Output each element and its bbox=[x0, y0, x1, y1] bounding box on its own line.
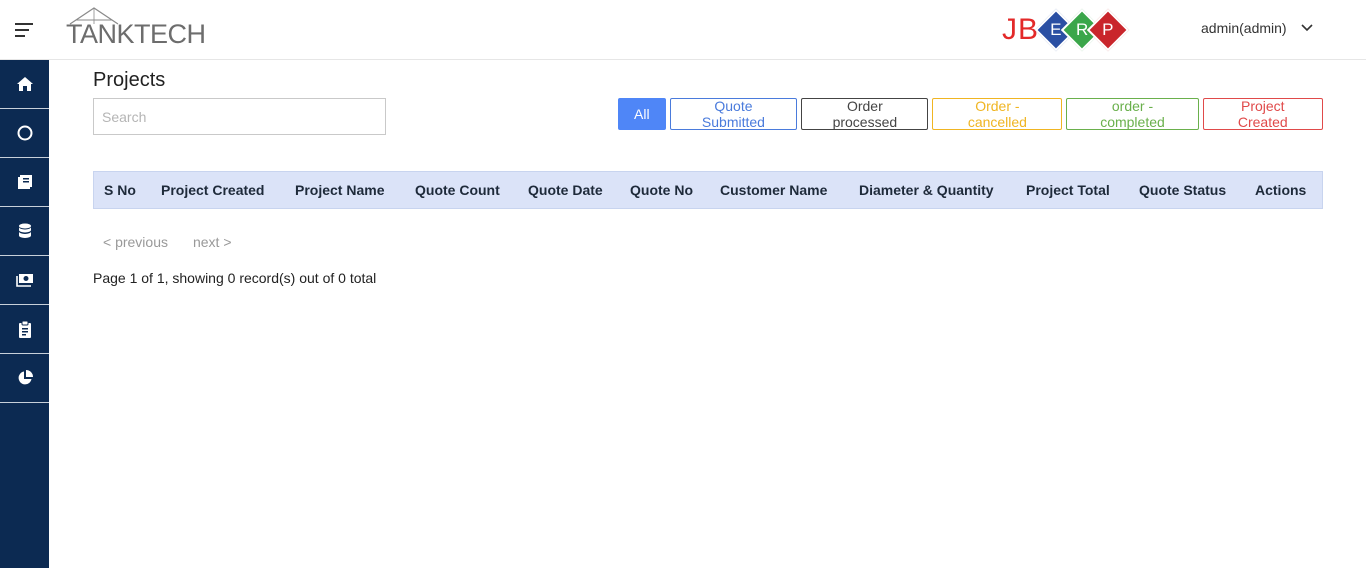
tanktech-logo: TANKTECH bbox=[66, 6, 206, 50]
column-header-quote-date[interactable]: Quote Date bbox=[528, 182, 603, 198]
brand-jb-text: JB bbox=[1002, 13, 1040, 46]
top-bar: TANKTECH JB E R P admin(admin) bbox=[0, 0, 1366, 60]
menu-icon bbox=[14, 23, 33, 37]
search-input[interactable] bbox=[93, 98, 386, 135]
sidebar-item-database[interactable] bbox=[0, 207, 49, 256]
sidebar-item-circle[interactable] bbox=[0, 109, 49, 158]
column-header-quote-count[interactable]: Quote Count bbox=[415, 182, 500, 198]
menu-toggle-button[interactable] bbox=[0, 0, 49, 60]
circle-icon bbox=[17, 125, 32, 141]
column-header-actions: Actions bbox=[1255, 182, 1307, 198]
column-header-quote-status[interactable]: Quote Status bbox=[1139, 182, 1226, 198]
user-menu[interactable]: admin(admin) bbox=[1201, 20, 1313, 36]
page-title: Projects bbox=[93, 69, 166, 91]
pagination-summary: Page 1 of 1, showing 0 record(s) out of … bbox=[93, 270, 377, 286]
sidebar-item-book[interactable] bbox=[0, 158, 49, 207]
previous-page-link[interactable]: < previous bbox=[103, 234, 168, 250]
column-header-quote-no[interactable]: Quote No bbox=[630, 182, 693, 198]
pagination: < previous next > bbox=[103, 234, 232, 250]
column-header-customer-name[interactable]: Customer Name bbox=[720, 182, 827, 198]
column-header-sno[interactable]: S No bbox=[104, 182, 136, 198]
column-header-diameter-quantity[interactable]: Diameter & Quantity bbox=[859, 182, 994, 198]
clipboard-icon bbox=[18, 320, 31, 338]
filter-quote-submitted-button[interactable]: Quote Submitted bbox=[669, 98, 798, 130]
status-filter-group: All Quote Submitted Order processed Orde… bbox=[618, 98, 1323, 130]
filter-order-completed-button[interactable]: order - completed bbox=[1066, 98, 1199, 130]
next-page-link[interactable]: next > bbox=[193, 234, 232, 250]
filter-order-processed-button[interactable]: Order processed bbox=[801, 98, 929, 130]
chevron-down-icon bbox=[1301, 24, 1313, 32]
column-header-project-created[interactable]: Project Created bbox=[161, 182, 264, 198]
home-icon bbox=[16, 77, 33, 91]
user-label: admin(admin) bbox=[1201, 20, 1287, 36]
filter-all-button[interactable]: All bbox=[618, 98, 666, 130]
sidebar-item-clipboard[interactable] bbox=[0, 305, 49, 354]
logo-text: TANKTECH bbox=[66, 19, 206, 49]
projects-table-header: S No Project Created Project Name Quote … bbox=[93, 171, 1323, 209]
money-icon bbox=[15, 274, 33, 287]
pie-chart-icon bbox=[18, 370, 33, 385]
database-icon bbox=[18, 223, 31, 238]
sidebar-item-reports[interactable] bbox=[0, 354, 49, 403]
sidebar-item-money[interactable] bbox=[0, 256, 49, 305]
jb-erp-brand: JB E R P bbox=[1002, 8, 1130, 52]
filter-order-cancelled-button[interactable]: Order - cancelled bbox=[932, 98, 1063, 130]
column-header-project-name[interactable]: Project Name bbox=[295, 182, 384, 198]
sidebar bbox=[0, 60, 49, 568]
book-icon bbox=[17, 175, 32, 189]
column-header-project-total[interactable]: Project Total bbox=[1026, 182, 1110, 198]
brand-p-diamond: P bbox=[1086, 8, 1130, 52]
filter-project-created-button[interactable]: Project Created bbox=[1202, 98, 1323, 130]
sidebar-item-home[interactable] bbox=[0, 60, 49, 109]
